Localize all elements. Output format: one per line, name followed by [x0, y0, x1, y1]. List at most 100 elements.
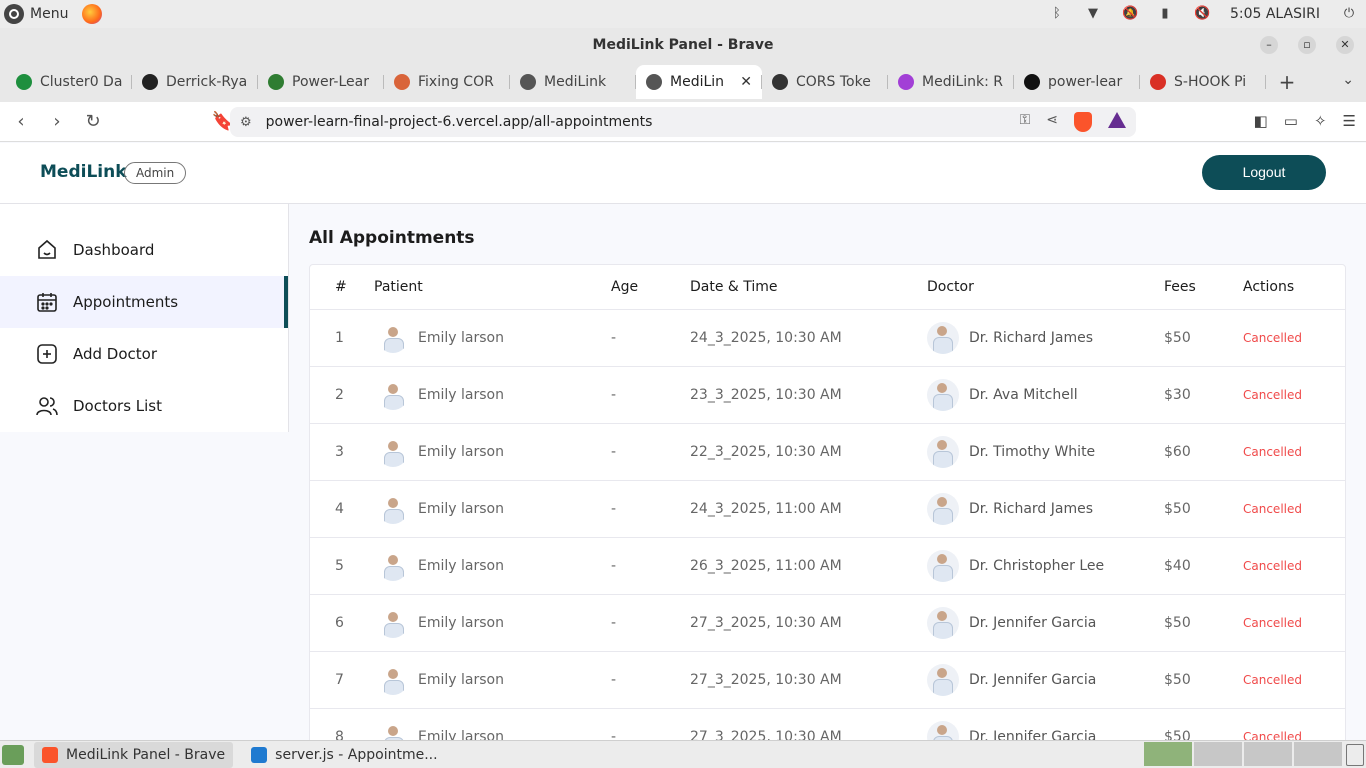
patient-name: Emily larson [418, 444, 504, 460]
tab-favicon-icon [394, 74, 410, 90]
workspace-4[interactable] [1294, 742, 1342, 766]
distro-logo-icon [4, 4, 24, 24]
doctor-cell: Dr. Richard James [927, 322, 1164, 354]
row-number: 1 [335, 330, 344, 346]
password-key-icon[interactable]: ⚿ [1020, 112, 1031, 132]
sidebar-item-appointments[interactable]: Appointments [0, 276, 288, 328]
show-desktop-icon[interactable] [2, 744, 24, 765]
leo-ai-icon[interactable]: ✧ [1314, 112, 1327, 130]
back-icon[interactable]: ‹ [6, 107, 36, 137]
status-badge: Cancelled [1243, 673, 1302, 687]
sidebar-item-dashboard[interactable]: Dashboard [0, 224, 288, 276]
status-badge: Cancelled [1243, 502, 1302, 516]
tab-9[interactable]: power-lear [1014, 65, 1140, 99]
os-top-panel: Menu ᛒ ▼ 🔕 ▮ 🔇 5:05 ALASIRI ⏻ [0, 0, 1366, 28]
tab-8[interactable]: MediLink: R [888, 65, 1014, 99]
forward-icon[interactable]: › [42, 107, 72, 137]
column-header: Date & Time [690, 279, 778, 295]
appointment-datetime: 26_3_2025, 11:00 AM [690, 558, 842, 574]
tab-2[interactable]: Derrick-Rya [132, 65, 258, 99]
table-row[interactable]: 2 Emily larson - 23_3_2025, 10:30 AM Dr. Ava… [310, 367, 1345, 424]
clock[interactable]: 5:05 ALASIRI [1230, 6, 1320, 22]
volume-muted-icon[interactable]: 🔇 [1194, 7, 1210, 21]
tab-3[interactable]: Power-Lear [258, 65, 384, 99]
sidebar-item-doctors-list[interactable]: Doctors List [0, 380, 288, 432]
tab-label: Cluster0 Da [40, 74, 123, 90]
workspace-2[interactable] [1194, 742, 1242, 766]
new-tab-icon[interactable]: + [1272, 70, 1302, 94]
tab-favicon-icon [772, 74, 788, 90]
brave-rewards-icon[interactable] [1108, 112, 1126, 128]
row-number: 3 [335, 444, 344, 460]
appointment-fee: $50 [1164, 330, 1191, 346]
add-square-icon [35, 342, 59, 366]
patient-avatar [378, 380, 408, 410]
workspace-3[interactable] [1244, 742, 1292, 766]
tab-5[interactable]: MediLink [510, 65, 636, 99]
brand-logo[interactable]: MediLink [40, 162, 127, 182]
table-row[interactable]: 7 Emily larson - 27_3_2025, 10:30 AM Dr. Jen… [310, 652, 1345, 709]
patient-cell: Emily larson [374, 437, 611, 467]
workspace-switcher[interactable] [1144, 742, 1342, 766]
notifications-muted-icon[interactable]: 🔕 [1122, 7, 1138, 21]
role-badge: Admin [124, 162, 187, 184]
tab-6[interactable]: MediLin ✕ [636, 65, 762, 99]
patient-name: Emily larson [418, 501, 504, 517]
table-row[interactable]: 6 Emily larson - 27_3_2025, 10:30 AM Dr. Jen… [310, 595, 1345, 652]
tab-7[interactable]: CORS Toke [762, 65, 888, 99]
tab-10[interactable]: S-HOOK Pi [1140, 65, 1266, 99]
table-row[interactable]: 1 Emily larson - 24_3_2025, 10:30 AM Dr. Ric… [310, 310, 1345, 367]
url-text[interactable]: power-learn-final-project-6.vercel.app/a… [266, 114, 653, 130]
firefox-launcher-icon[interactable] [82, 4, 103, 24]
tab-close-icon[interactable]: ✕ [740, 74, 752, 90]
tab-label: MediLink: R [922, 74, 1004, 90]
home-icon [35, 238, 59, 262]
doctor-cell: Dr. Ava Mitchell [927, 379, 1164, 411]
taskbar-item-1[interactable]: MediLink Panel - Brave [34, 741, 234, 768]
power-icon[interactable]: ⏻ [1342, 7, 1356, 21]
doctor-name: Dr. Richard James [969, 501, 1094, 517]
appointment-datetime: 27_3_2025, 10:30 AM [690, 672, 842, 688]
sidebar-toggle-icon[interactable]: ◧ [1254, 112, 1268, 130]
patient-age: - [611, 444, 617, 460]
taskbar-item-2[interactable]: server.js - Appointme... [243, 742, 445, 768]
tab-favicon-icon [1150, 74, 1166, 90]
hamburger-menu-icon[interactable]: ☰ [1343, 112, 1356, 130]
close-icon[interactable]: ✕ [1336, 36, 1354, 54]
os-menu-button[interactable]: Menu [0, 4, 68, 24]
trash-icon[interactable] [1346, 744, 1364, 766]
table-row[interactable]: 5 Emily larson - 26_3_2025, 11:00 AM Dr. Chr… [310, 538, 1345, 595]
wifi-icon[interactable]: ▼ [1086, 7, 1100, 21]
doctor-cell: Dr. Christopher Lee [927, 550, 1164, 582]
tab-label: power-lear [1048, 74, 1123, 90]
sidebar-item-add-doctor[interactable]: Add Doctor [0, 328, 288, 380]
bluetooth-icon[interactable]: ᛒ [1050, 7, 1064, 21]
wallet-icon[interactable]: ▭ [1284, 112, 1298, 130]
doctor-avatar [927, 493, 959, 525]
sidebar-item-label: Dashboard [73, 241, 155, 259]
tab-4[interactable]: Fixing COR [384, 65, 510, 99]
maximize-icon[interactable]: ▫ [1298, 36, 1316, 54]
column-header: Age [611, 279, 639, 295]
share-icon[interactable]: ⋖ [1046, 112, 1058, 132]
brave-shields-icon[interactable] [1074, 112, 1092, 132]
tab-list-chevron-icon[interactable]: ⌄ [1342, 72, 1354, 88]
patient-name: Emily larson [418, 615, 504, 631]
vscode-app-icon [251, 746, 268, 763]
battery-icon[interactable]: ▮ [1158, 7, 1172, 21]
patient-avatar [378, 608, 408, 638]
reload-icon[interactable]: ↻ [78, 107, 108, 137]
site-settings-icon[interactable]: ⚙ [240, 115, 252, 130]
patient-age: - [611, 672, 617, 688]
minimize-icon[interactable]: – [1260, 36, 1278, 54]
address-bar[interactable]: ⚙ power-learn-final-project-6.vercel.app… [230, 107, 1136, 137]
navigation-bar: ‹ › ↻ 🔖 ⚙ power-learn-final-project-6.ve… [0, 102, 1366, 142]
sidebar-item-label: Appointments [73, 293, 179, 311]
logout-button[interactable]: Logout [1202, 155, 1326, 190]
table-row[interactable]: 4 Emily larson - 24_3_2025, 11:00 AM Dr. Ric… [310, 481, 1345, 538]
tab-strip: Cluster0 Da Derrick-Rya Power-Lear Fixing C… [0, 62, 1366, 102]
patient-age: - [611, 387, 617, 403]
tab-1[interactable]: Cluster0 Da [6, 65, 132, 99]
table-row[interactable]: 3 Emily larson - 22_3_2025, 10:30 AM Dr. Tim… [310, 424, 1345, 481]
workspace-1[interactable] [1144, 742, 1192, 766]
